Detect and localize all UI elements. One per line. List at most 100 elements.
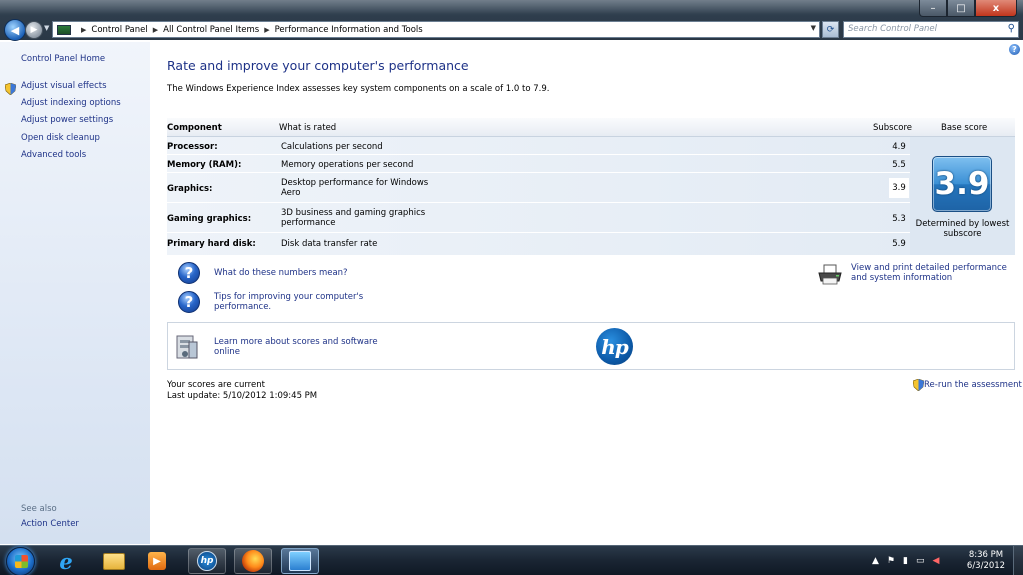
taskbar: e ▶ hp ▲ ⚑ ▮ ▭ ◀ 8:36 PM 6/3/2012 <box>0 545 1023 575</box>
row-subscore: 5.9 <box>892 239 906 249</box>
row-subscore: 3.9 <box>889 178 909 198</box>
adjust-visual-effects-link[interactable]: Adjust visual effects <box>21 81 107 91</box>
network-icon[interactable]: ▭ <box>916 556 925 566</box>
taskbar-firefox[interactable] <box>234 548 272 574</box>
power-icon[interactable]: ▮ <box>903 556 908 566</box>
see-also-heading: See also <box>21 504 57 514</box>
rerun-assessment-link[interactable]: Re-run the assessment <box>913 379 1022 391</box>
breadcrumb-performance[interactable]: Performance Information and Tools <box>275 25 423 35</box>
hp-logo-text: hp <box>601 334 629 359</box>
help-icon[interactable]: ? <box>1009 44 1020 55</box>
address-bar[interactable]: ▶ Control Panel ▶ All Control Panel Item… <box>52 21 820 38</box>
hp-icon: hp <box>197 551 217 571</box>
volume-icon[interactable]: ◀ <box>932 556 939 566</box>
row-what: Desktop performance for Windows Aero <box>281 178 429 198</box>
what-numbers-mean-link[interactable]: What do these numbers mean? <box>214 268 348 278</box>
row-subscore: 5.3 <box>892 214 906 224</box>
intro-text: The Windows Experience Index assesses ke… <box>167 84 550 94</box>
window-controls: – □ x <box>919 0 1017 17</box>
show-hidden-icons-icon[interactable]: ▲ <box>872 556 879 566</box>
taskbar-hp-app[interactable]: hp <box>188 548 226 574</box>
system-tray: ▲ ⚑ ▮ ▭ ◀ <box>872 546 939 575</box>
address-dropdown-icon[interactable]: ▼ <box>811 24 816 32</box>
minimize-button[interactable]: – <box>919 0 947 17</box>
adjust-power-settings-link[interactable]: Adjust power settings <box>21 115 113 125</box>
row-what: 3D business and gaming graphics performa… <box>281 208 426 228</box>
header-subscore: Subscore <box>873 123 913 133</box>
row-component: Gaming graphics: <box>167 214 252 224</box>
row-component: Graphics: <box>167 184 213 194</box>
control-panel-home-link[interactable]: Control Panel Home <box>21 54 105 64</box>
internet-explorer-icon: e <box>59 548 73 574</box>
search-icon[interactable]: ⚲ <box>1008 23 1015 34</box>
row-component: Processor: <box>167 142 218 152</box>
table-body: Processor: Calculations per second 4.9 M… <box>167 137 910 255</box>
oem-promo-panel: Learn more about scores and software onl… <box>167 322 1015 370</box>
row-what: Calculations per second <box>281 142 383 152</box>
clock-time: 8:36 PM <box>968 550 1004 560</box>
breadcrumb-control-panel[interactable]: Control Panel <box>91 25 147 35</box>
media-player-icon: ▶ <box>148 552 166 570</box>
left-navigation-pane: Control Panel Home Adjust visual effects… <box>0 42 150 544</box>
breadcrumb-all-items[interactable]: All Control Panel Items <box>163 25 259 35</box>
base-score-badge: 3.9 <box>932 156 992 212</box>
row-component: Primary hard disk: <box>167 239 256 249</box>
base-score-panel: 3.9 Determined by lowest subscore <box>910 137 1015 255</box>
show-desktop-button[interactable] <box>1013 546 1023 575</box>
firefox-icon <box>242 550 264 572</box>
taskbar-control-panel[interactable] <box>281 548 319 574</box>
uac-shield-icon <box>913 379 924 391</box>
table-header: Component What is rated Subscore Base sc… <box>167 118 1015 137</box>
view-print-details-link[interactable]: View and print detailed performance and … <box>851 263 1021 283</box>
refresh-button[interactable]: ⟳ <box>822 21 839 38</box>
software-tools-icon[interactable] <box>175 332 199 360</box>
start-button[interactable] <box>6 547 35 575</box>
row-what: Memory operations per second <box>281 160 414 170</box>
chevron-right-icon[interactable]: ▶ <box>153 26 158 34</box>
control-panel-icon <box>289 551 311 571</box>
back-arrow-icon[interactable]: ◀ <box>4 19 26 41</box>
hp-logo: hp <box>596 328 633 365</box>
maximize-button[interactable]: □ <box>947 0 975 17</box>
chevron-right-icon[interactable]: ▶ <box>81 26 86 34</box>
row-subscore: 5.5 <box>892 160 906 170</box>
tips-improving-link[interactable]: Tips for improving your computer's perfo… <box>214 292 374 312</box>
windows-logo-icon <box>15 555 28 568</box>
uac-shield-icon <box>5 83 16 95</box>
experience-index-table: Component What is rated Subscore Base sc… <box>167 118 1015 255</box>
forward-arrow-icon[interactable]: ▶ <box>25 21 43 39</box>
header-base-score: Base score <box>941 123 988 133</box>
base-score-caption: Determined by lowest subscore <box>915 219 1010 239</box>
search-input[interactable]: Search Control Panel ⚲ <box>843 21 1019 38</box>
window-title-bar: – □ x ◀ ▶ ▼ ▶ Control Panel ▶ All Contro… <box>0 0 1023 41</box>
control-panel-icon <box>57 24 71 35</box>
printer-icon[interactable] <box>817 264 843 286</box>
chevron-right-icon[interactable]: ▶ <box>264 26 269 34</box>
close-button[interactable]: x <box>975 0 1017 17</box>
last-update-text: Last update: 5/10/2012 1:09:45 PM <box>167 391 318 401</box>
table-row: Memory (RAM): Memory operations per seco… <box>167 155 910 173</box>
scores-current-text: Your scores are current <box>167 380 265 390</box>
taskbar-explorer[interactable] <box>95 548 133 574</box>
action-center-flag-icon[interactable]: ⚑ <box>887 556 895 566</box>
question-mark-icon[interactable]: ? <box>178 262 200 284</box>
table-row: Graphics: Desktop performance for Window… <box>167 173 910 203</box>
question-mark-icon[interactable]: ? <box>178 291 200 313</box>
action-center-link[interactable]: Action Center <box>21 519 79 529</box>
rerun-label: Re-run the assessment <box>924 380 1022 390</box>
advanced-tools-link[interactable]: Advanced tools <box>21 150 86 160</box>
adjust-indexing-options-link[interactable]: Adjust indexing options <box>21 98 121 108</box>
row-subscore: 4.9 <box>892 142 906 152</box>
learn-more-scores-link[interactable]: Learn more about scores and software onl… <box>214 337 384 357</box>
recent-pages-dropdown-icon[interactable]: ▼ <box>44 24 49 32</box>
table-row: Primary hard disk: Disk data transfer ra… <box>167 233 910 255</box>
open-disk-cleanup-link[interactable]: Open disk cleanup <box>21 133 100 143</box>
clock-date: 6/3/2012 <box>966 561 1006 571</box>
folder-icon <box>103 552 125 570</box>
taskbar-media-player[interactable]: ▶ <box>138 548 176 574</box>
taskbar-clock[interactable]: 8:36 PM 6/3/2012 <box>962 550 1010 572</box>
taskbar-internet-explorer[interactable]: e <box>47 548 85 574</box>
header-component: Component <box>167 123 222 133</box>
search-placeholder: Search Control Panel <box>848 24 938 34</box>
page-title: Rate and improve your computer's perform… <box>167 58 469 73</box>
